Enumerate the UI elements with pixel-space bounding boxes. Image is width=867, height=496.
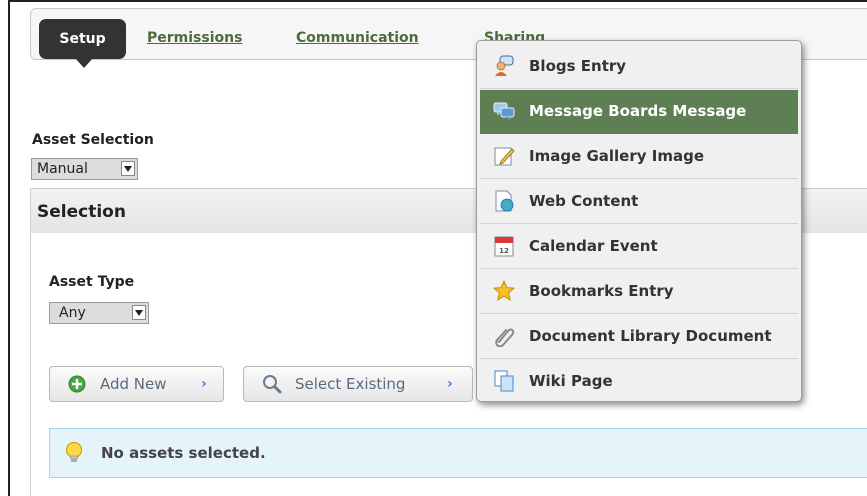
image-gallery-icon [494, 147, 515, 166]
asset-selection-label: Asset Selection [32, 132, 154, 148]
menu-item-label: Bookmarks Entry [529, 282, 674, 300]
menu-item-blogs-entry[interactable]: Blogs Entry [480, 45, 798, 89]
menu-item-image-gallery[interactable]: Image Gallery Image [480, 135, 798, 179]
star-icon [493, 280, 515, 302]
tab-communication[interactable]: Communication [296, 30, 419, 46]
asset-type-label: Asset Type [49, 274, 135, 290]
select-existing-label: Select Existing [295, 375, 406, 393]
menu-item-document-library[interactable]: Document Library Document [480, 315, 798, 359]
plus-circle-icon [68, 375, 86, 393]
tab-permissions[interactable]: Permissions [147, 30, 242, 46]
search-icon [263, 375, 282, 394]
add-new-button[interactable]: Add New › [49, 366, 224, 402]
chevron-right-icon: › [201, 376, 207, 392]
tab-pointer [75, 58, 93, 68]
menu-item-label: Image Gallery Image [529, 147, 704, 165]
menu-item-label: Document Library Document [529, 327, 772, 345]
chevron-down-icon [121, 161, 135, 176]
menu-item-label: Web Content [529, 192, 639, 210]
select-existing-button[interactable]: Select Existing › [243, 366, 473, 402]
menu-item-label: Message Boards Message [529, 102, 747, 120]
menu-item-label: Calendar Event [529, 237, 658, 255]
menu-item-calendar-event[interactable]: 12 Calendar Event [480, 225, 798, 269]
asset-type-value: Any [59, 305, 86, 321]
asset-type-menu: Blogs Entry Message Boards Message Image… [476, 40, 802, 402]
tab-setup[interactable]: Setup [39, 19, 126, 68]
menu-item-message-boards[interactable]: Message Boards Message [480, 90, 798, 134]
paperclip-icon [495, 328, 515, 347]
chevron-right-icon: › [447, 376, 453, 392]
add-new-label: Add New [100, 375, 167, 393]
blogs-entry-icon [495, 55, 514, 76]
svg-text:12: 12 [499, 247, 509, 255]
selection-panel-title: Selection [37, 202, 126, 222]
empty-assets-text: No assets selected. [101, 444, 266, 462]
wiki-page-icon [494, 370, 514, 392]
tab-setup-label: Setup [59, 31, 106, 47]
lightbulb-icon [65, 441, 83, 462]
menu-item-wiki-page[interactable]: Wiki Page [480, 360, 798, 404]
menu-item-label: Blogs Entry [529, 57, 627, 75]
menu-item-bookmarks-entry[interactable]: Bookmarks Entry [480, 270, 798, 314]
chevron-down-icon [132, 305, 146, 320]
menu-item-label: Wiki Page [529, 372, 613, 390]
empty-assets-message: No assets selected. [49, 428, 867, 478]
asset-selection-value: Manual [37, 161, 88, 177]
calendar-icon: 12 [494, 236, 514, 257]
menu-item-web-content[interactable]: Web Content [480, 180, 798, 224]
web-content-icon [495, 190, 514, 212]
message-boards-icon [493, 102, 515, 121]
asset-selection-select[interactable]: Manual [31, 158, 138, 180]
asset-type-select[interactable]: Any [49, 302, 149, 324]
